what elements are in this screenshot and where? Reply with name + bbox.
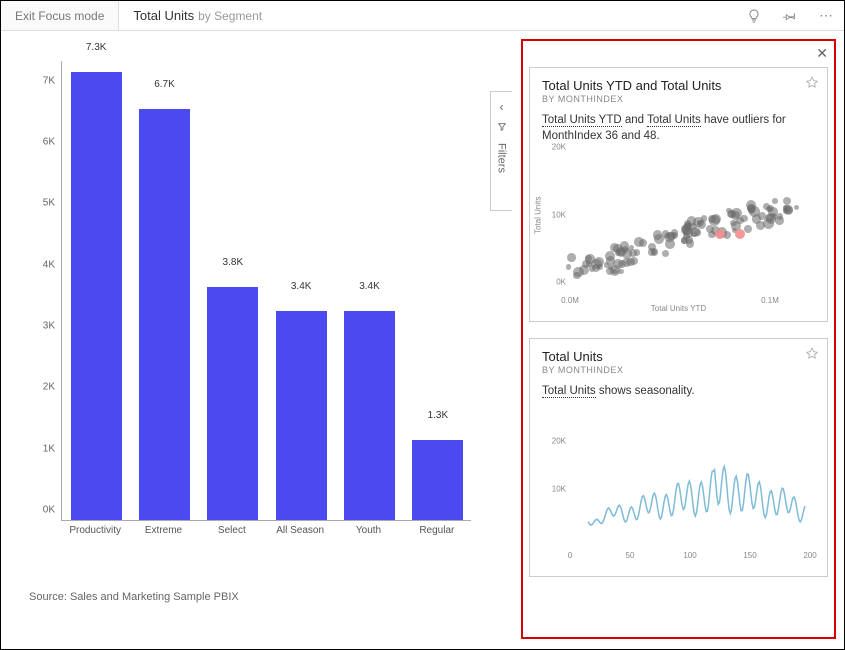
scatter-point	[662, 250, 669, 257]
scatter-point	[731, 208, 741, 218]
bar[interactable]	[412, 440, 463, 520]
y-tick: 7K	[43, 75, 55, 86]
scatter-point	[752, 214, 761, 223]
scatter-point	[626, 258, 634, 266]
mini-plot	[570, 411, 811, 546]
insight-description: Total Units shows seasonality.	[542, 383, 815, 399]
bar-value-label: 1.3K	[428, 410, 449, 425]
insight-title: Total Units	[542, 349, 815, 364]
x-tick-label: All Season	[276, 525, 324, 536]
bulb-icon[interactable]	[736, 1, 772, 30]
insight-card-outliers: Total Units YTD and Total Units BY MONTH…	[529, 67, 828, 322]
bar[interactable]	[71, 72, 122, 520]
insight-description: Total Units YTD and Total Units have out…	[542, 112, 815, 144]
plot-area: 7.3K6.7K3.8K3.4K3.4K1.3K	[61, 61, 471, 521]
scatter-point	[681, 224, 691, 234]
x-tick-label: Select	[218, 525, 246, 536]
line-chart: 10K20K 050100150200	[542, 411, 815, 566]
bar[interactable]	[207, 287, 258, 520]
bar-value-label: 6.7K	[154, 79, 175, 94]
bar-value-label: 3.8K	[223, 257, 244, 272]
scatter-point	[665, 239, 675, 249]
y-tick: 4K	[43, 259, 55, 270]
insight-card-seasonality: Total Units BY MONTHINDEX Total Units sh…	[529, 338, 828, 577]
pin-icon[interactable]	[805, 347, 819, 364]
exit-focus-label: Exit Focus mode	[15, 9, 104, 23]
bar[interactable]	[139, 109, 190, 520]
bar-value-label: 3.4K	[291, 281, 312, 296]
mini-y-label: Total Units	[534, 196, 543, 233]
scatter-point	[586, 261, 592, 267]
bar[interactable]	[276, 311, 327, 520]
scatter-point	[744, 225, 752, 233]
insights-panel: ✕ Total Units YTD and Total Units BY MON…	[521, 39, 836, 639]
scatter-point	[612, 269, 618, 275]
scatter-point	[567, 253, 576, 262]
scatter-point	[772, 198, 778, 204]
y-tick: 3K	[43, 321, 55, 332]
pin-icon[interactable]	[805, 76, 819, 93]
mini-y-axis: 10K20K	[542, 411, 568, 546]
x-axis: Productivity Extreme Select All Season Youth…	[61, 525, 471, 541]
scatter-point	[709, 215, 720, 226]
bar-value-label: 3.4K	[359, 281, 380, 296]
y-tick: 0K	[43, 505, 55, 516]
mini-plot	[570, 156, 811, 291]
scatter-point	[634, 249, 641, 256]
bar-chart: 0K1K2K3K4K5K6K7K 7.3K6.7K3.8K3.4K3.4K1.3…	[31, 61, 471, 561]
x-tick-label: Regular	[419, 525, 454, 536]
scatter-point	[592, 264, 600, 272]
scatter-point	[766, 213, 776, 223]
bar-value-label: 7.3K	[86, 42, 107, 57]
chevron-left-icon: ‹	[500, 100, 504, 114]
scatter-point	[701, 215, 707, 221]
x-tick-label: Youth	[356, 525, 381, 536]
filters-pane-toggle[interactable]: ‹ Filters	[490, 91, 512, 211]
scatter-point	[794, 205, 799, 210]
visual-title: Total Units by Segment	[119, 1, 276, 30]
insight-subtitle: BY MONTHINDEX	[542, 365, 815, 375]
pin-icon[interactable]	[772, 1, 808, 30]
title-sub: by Segment	[198, 9, 262, 23]
filters-label: Filters	[496, 143, 508, 173]
bar[interactable]	[344, 311, 395, 520]
y-tick: 6K	[43, 137, 55, 148]
mini-y-axis: 0K10K20K	[542, 156, 568, 291]
scatter-point	[690, 227, 699, 236]
exit-focus-button[interactable]: Exit Focus mode	[1, 1, 119, 30]
x-tick-label: Productivity	[69, 525, 121, 536]
source-label: Source: Sales and Marketing Sample PBIX	[29, 591, 239, 603]
main-area: 0K 1K 2K 3K 4K 5K 6K 7K 7.3K 6.7K 3.8K 3.4K 3.4K 1.3…	[1, 31, 844, 649]
y-tick: 5K	[43, 198, 55, 209]
mini-x-label: Total Units YTD	[651, 304, 706, 313]
y-tick: 1K	[43, 443, 55, 454]
close-icon[interactable]: ✕	[816, 45, 828, 62]
scatter-point	[653, 230, 662, 239]
more-icon[interactable]: ⋯	[808, 1, 844, 30]
title-main: Total Units	[133, 8, 194, 23]
scatter-point	[784, 205, 793, 214]
y-tick: 2K	[43, 382, 55, 393]
insight-title: Total Units YTD and Total Units	[542, 78, 815, 93]
scatter-point	[573, 267, 584, 278]
outlier-point	[735, 229, 745, 239]
toolbar: Exit Focus mode Total Units by Segment ⋯	[1, 1, 844, 31]
y-axis: 0K 1K 2K 3K 4K 5K 6K 7K	[31, 61, 59, 521]
outlier-point	[715, 229, 725, 239]
x-tick-label: Extreme	[145, 525, 182, 536]
scatter-point	[639, 239, 647, 247]
scatter-chart: 0K10K20K Total Units Total Units YTD 0.0…	[542, 156, 815, 311]
scatter-point	[566, 264, 571, 269]
filter-icon	[497, 122, 507, 135]
insight-subtitle: BY MONTHINDEX	[542, 94, 815, 104]
